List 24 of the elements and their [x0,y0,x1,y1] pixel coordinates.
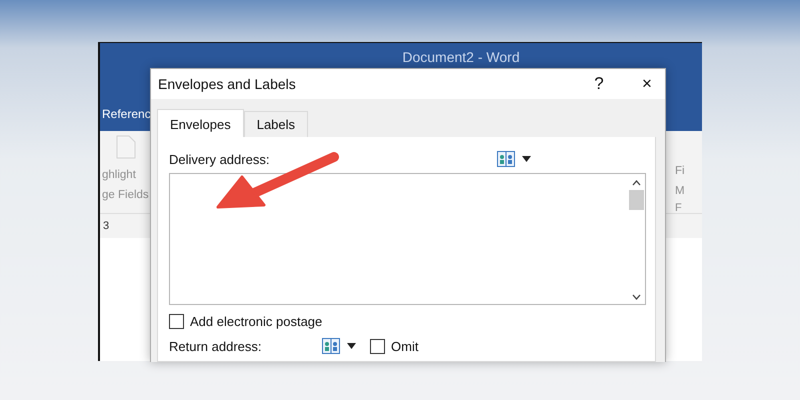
ribbon-tab[interactable]: Referenc [100,107,151,127]
scrollbar-thumb[interactable] [629,190,644,210]
checkbox[interactable] [370,338,385,354]
ruler-number: 3 [103,220,110,232]
checkbox[interactable] [169,314,184,329]
close-button[interactable]: × [629,74,665,94]
scroll-down-icon[interactable] [632,294,641,300]
scroll-up-icon[interactable] [632,180,641,186]
caret-icon[interactable] [347,343,356,349]
window-title: Document2 - Word [402,49,520,65]
caret-icon[interactable] [522,156,531,162]
tab[interactable]: Labels [244,111,308,137]
checkbox-label[interactable]: Add electronic postage [190,314,322,329]
address-book-icon[interactable] [497,151,515,167]
checkbox-label[interactable]: Omit [391,338,418,354]
address-field[interactable] [169,173,646,305]
address-book-icon[interactable] [322,338,340,354]
field-label: Delivery address: [169,152,270,166]
tab[interactable]: Envelopes [157,109,244,137]
help-button[interactable]: ? [581,74,617,94]
dialog-title: Envelopes and Labels [158,76,296,92]
ribbon-group-label: F [675,201,682,215]
field-label: Return address: [169,338,262,354]
document-icon [116,135,136,159]
